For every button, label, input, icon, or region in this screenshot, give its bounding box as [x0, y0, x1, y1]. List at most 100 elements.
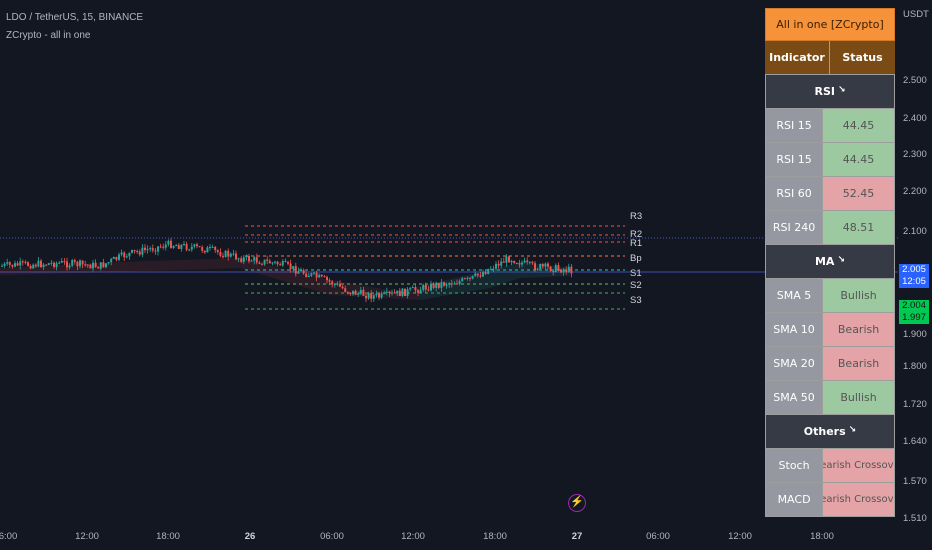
indicator-name-cell: SMA 50 — [766, 381, 824, 414]
candle-body — [554, 265, 557, 273]
candle-body — [391, 292, 393, 294]
candle-body — [27, 262, 29, 266]
table-row: RSI 240 48.51 — [765, 211, 895, 245]
candle-body — [380, 293, 383, 298]
candle-body — [268, 260, 271, 264]
candle-body — [154, 250, 157, 252]
table-row: SMA 10 Bearish — [765, 313, 895, 347]
candle-body — [417, 290, 419, 293]
candle-body — [349, 292, 352, 295]
candle-body — [448, 283, 451, 285]
candle-body — [474, 273, 477, 276]
table-row: RSI 15 44.45 — [765, 143, 895, 177]
candle-body — [466, 277, 469, 279]
candle-body — [250, 260, 253, 262]
price-axis-label: 1.720 — [903, 399, 927, 410]
candle-body — [203, 250, 206, 253]
candle-body — [502, 261, 505, 263]
time-axis-label: 27 — [571, 531, 583, 542]
candle-body — [81, 260, 84, 265]
table-row: RSI 60 52.45 — [765, 177, 895, 211]
candle-body — [128, 252, 131, 257]
candle-body — [99, 262, 102, 269]
lightning-icon[interactable]: ⚡ — [568, 494, 586, 512]
candle-body — [167, 240, 170, 245]
candle-body — [71, 260, 74, 266]
candle-body — [253, 257, 256, 261]
table-title-row: All in one [ZCrypto] — [765, 8, 895, 41]
candle-body — [281, 261, 284, 266]
candle-body — [562, 269, 565, 273]
candle-body — [209, 247, 211, 249]
time-axis-label: 12:00 — [401, 531, 425, 542]
candle-body — [115, 257, 118, 260]
candle-body — [60, 261, 63, 263]
candle-body — [294, 266, 297, 274]
time-axis-label: 6:00 — [0, 531, 18, 542]
candle-body — [424, 284, 427, 290]
bear-shade — [0, 258, 420, 300]
candle-body — [105, 263, 107, 268]
candle-body — [362, 289, 365, 296]
candle-body — [385, 291, 388, 293]
time-axis-label: 18:00 — [483, 531, 507, 542]
candle-body — [318, 274, 321, 278]
status-cell: 44.45 — [823, 143, 894, 176]
candle-body — [201, 247, 204, 251]
candle-body — [489, 268, 492, 270]
candle-body — [73, 260, 76, 262]
price-axis-label: 1.570 — [903, 476, 927, 487]
candle-body — [292, 266, 295, 270]
candle-body — [279, 264, 282, 266]
symbol-title[interactable]: LDO / TetherUS, 15, BINANCE — [6, 12, 143, 23]
candle-body — [3, 263, 6, 266]
candle-body — [58, 262, 61, 264]
candle-body — [84, 264, 87, 266]
candle-body — [352, 290, 354, 295]
candle-body — [549, 266, 552, 272]
candle-body — [339, 283, 341, 287]
candle-body — [531, 261, 534, 264]
candle-body — [180, 244, 183, 249]
candle-body — [372, 295, 375, 299]
candle-body — [541, 264, 544, 267]
candle-body — [86, 264, 89, 266]
table-row: MACD Bearish Crossover — [765, 483, 895, 517]
candle-body — [188, 249, 191, 251]
indicator-table: All in one [ZCrypto] Indicator Status RS… — [765, 8, 895, 517]
candle-body — [547, 263, 549, 267]
candle-body — [393, 292, 396, 294]
candle-body — [183, 243, 185, 245]
candle-body — [570, 266, 573, 274]
arrow-down-right-icon: ↘ — [837, 254, 845, 265]
price-badge-low: 1.997 — [899, 312, 929, 324]
indicator-name-cell: SMA 5 — [766, 279, 824, 312]
candle-body — [453, 283, 456, 285]
candle-body — [42, 264, 45, 268]
pivot-label-s3: S3 — [630, 295, 642, 306]
candle-body — [172, 245, 175, 249]
candle-body — [482, 272, 484, 277]
status-cell: Bullish — [823, 279, 894, 312]
candle-body — [487, 268, 490, 274]
candle-body — [133, 249, 136, 252]
candle-body — [320, 274, 323, 277]
candle-body — [196, 244, 198, 247]
candle-body — [68, 265, 71, 268]
candle-body — [141, 247, 144, 255]
candle-body — [136, 251, 139, 253]
candle-body — [159, 246, 162, 248]
candle-body — [404, 288, 406, 296]
candle-body — [476, 273, 479, 276]
candle-body — [515, 263, 518, 265]
candle-body — [146, 249, 149, 251]
candle-body — [14, 263, 16, 267]
candle-body — [414, 287, 417, 291]
candle-body — [518, 263, 521, 265]
candle-body — [471, 275, 474, 279]
candle-body — [411, 287, 414, 289]
indicator-name[interactable]: ZCrypto - all in one — [6, 30, 90, 41]
candle-body — [333, 284, 336, 286]
candle-body — [300, 270, 302, 272]
status-cell: Bullish — [823, 381, 894, 414]
